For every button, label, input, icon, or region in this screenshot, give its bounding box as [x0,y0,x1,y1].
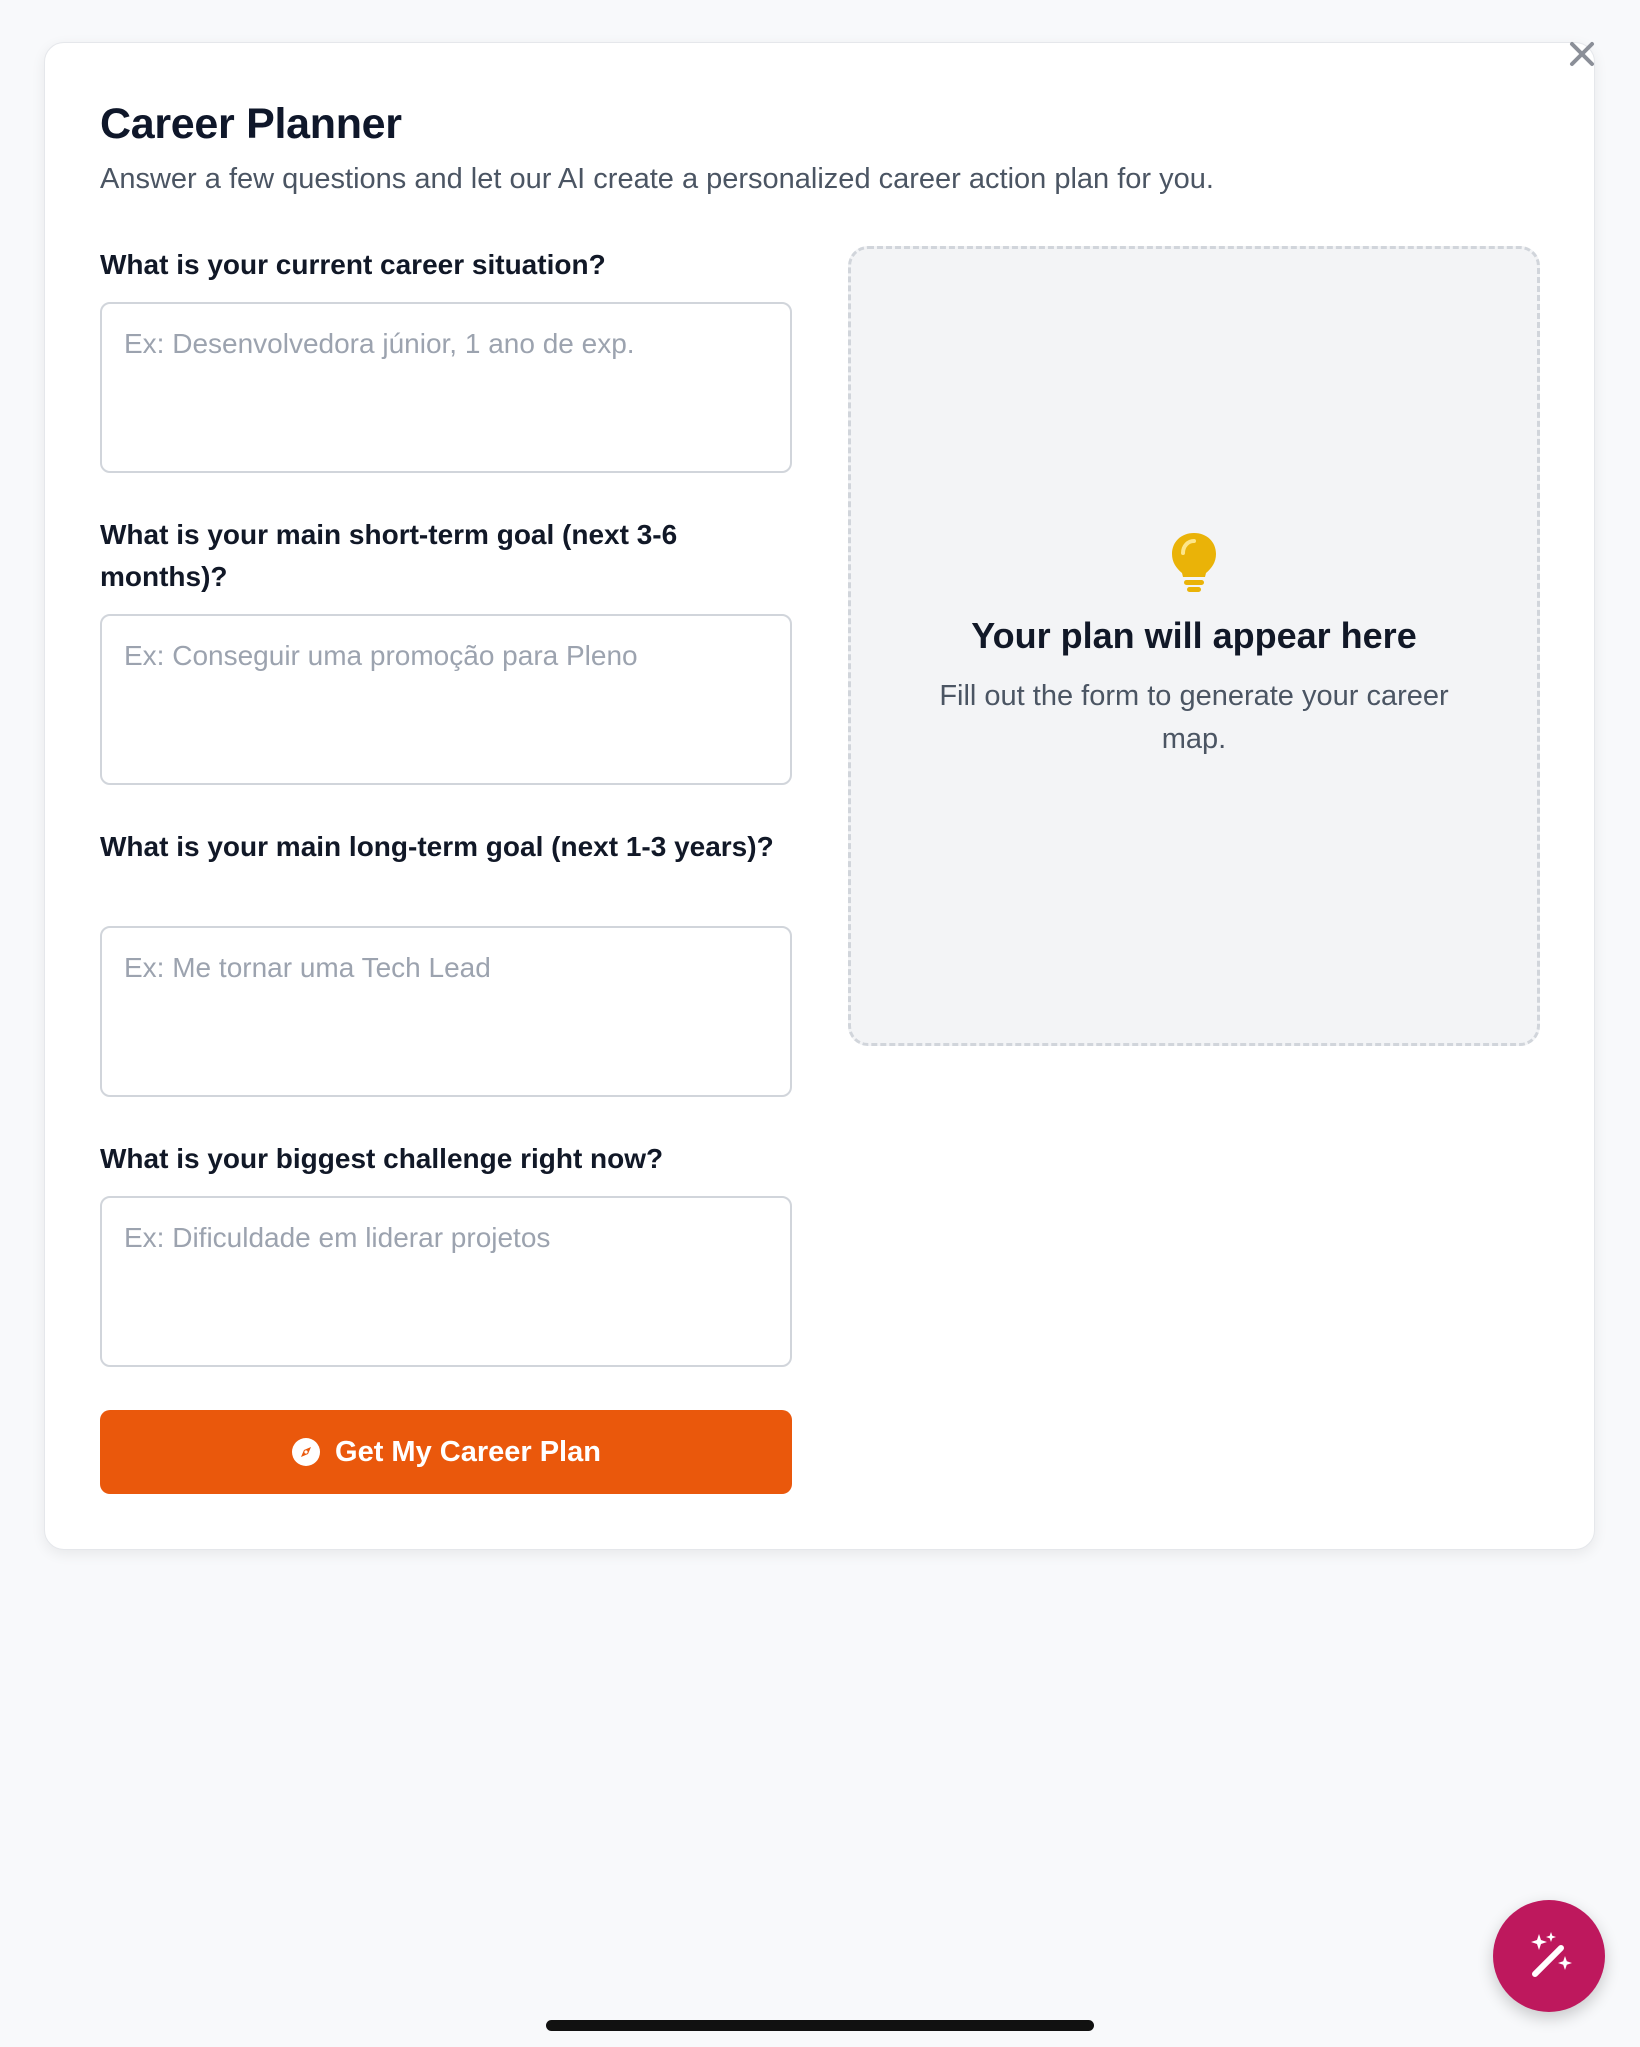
career-situation-field[interactable] [100,302,792,473]
plan-result-panel: Your plan will appear here Fill out the … [848,246,1540,1046]
compass-icon [292,1438,321,1466]
plan-placeholder-text: Fill out the form to generate your caree… [939,680,1449,755]
page-subtitle: Answer a few questions and let our AI cr… [100,163,1214,195]
biggest-challenge-label: What is your biggest challenge right now… [100,1143,664,1174]
get-career-plan-button[interactable]: Get My Career Plan [100,1410,792,1494]
home-indicator[interactable] [546,2020,1094,2031]
short-term-goal-field[interactable] [100,614,792,785]
long-term-goal-label: What is your main long-term goal (next 1… [100,831,774,862]
close-button[interactable] [1562,34,1602,74]
get-career-plan-label: Get My Career Plan [335,1435,601,1468]
magic-assistant-button[interactable] [1493,1900,1605,2012]
close-icon [1570,42,1594,66]
page-title: Career Planner [100,100,402,148]
career-situation-label: What is your current career situation? [100,249,606,280]
lightbulb-icon [1172,533,1216,592]
biggest-challenge-field[interactable] [100,1196,792,1367]
plan-placeholder-title: Your plan will appear here [971,615,1417,656]
short-term-goal-label: What is your main short-term goal (next … [100,519,678,592]
magic-wand-icon [1531,1932,1572,1977]
long-term-goal-field[interactable] [100,926,792,1097]
